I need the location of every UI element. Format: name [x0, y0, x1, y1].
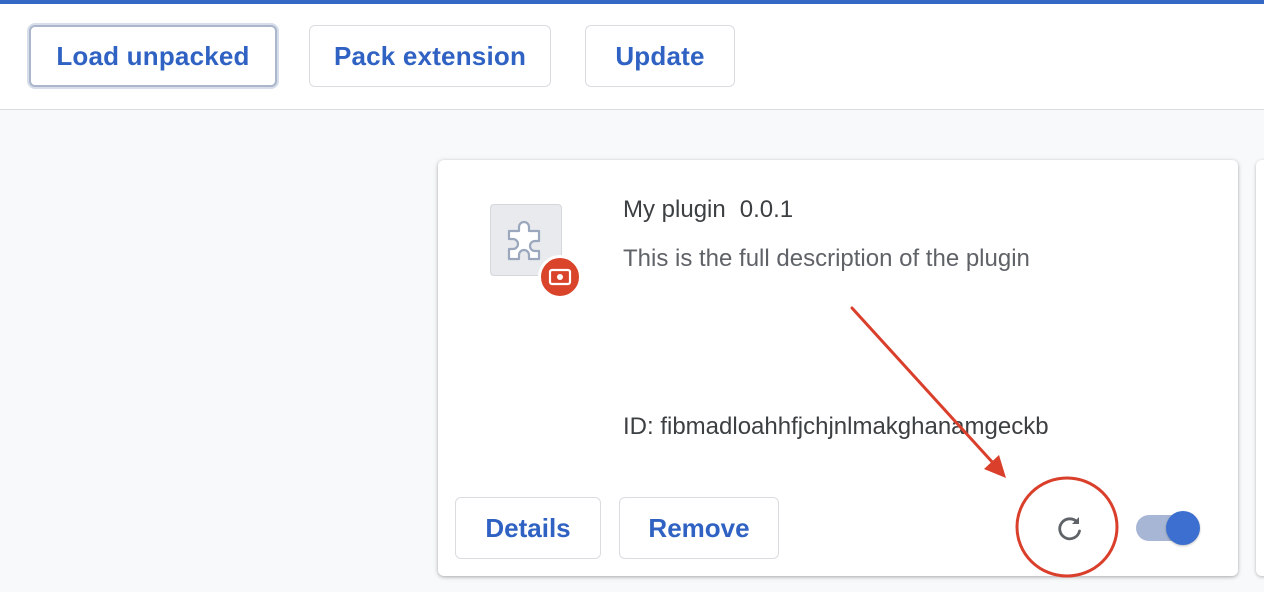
pack-extension-button[interactable]: Pack extension	[309, 25, 551, 87]
remove-button[interactable]: Remove	[619, 497, 779, 559]
extension-id: ID: fibmadloahhfjchjnlmakghanamgeckb	[623, 413, 1049, 440]
extension-enabled-toggle[interactable]	[1136, 511, 1200, 545]
reload-icon	[1058, 517, 1081, 541]
extension-title: My plugin 0.0.1	[623, 196, 793, 224]
toggle-knob	[1166, 511, 1200, 545]
next-extension-card	[1256, 160, 1264, 576]
load-unpacked-button[interactable]: Load unpacked	[29, 25, 277, 87]
error-badge-icon	[538, 255, 582, 299]
reload-button[interactable]	[1047, 505, 1093, 551]
update-button[interactable]: Update	[585, 25, 735, 87]
extension-version: 0.0.1	[739, 196, 794, 223]
extension-card: My plugin 0.0.1 This is the full descript…	[438, 160, 1238, 576]
extension-name: My plugin	[623, 196, 726, 223]
extension-description: This is the full description of the plug…	[623, 245, 1030, 272]
details-button[interactable]: Details	[455, 497, 601, 559]
developer-toolbar: Load unpacked Pack extension Update	[0, 4, 1264, 110]
